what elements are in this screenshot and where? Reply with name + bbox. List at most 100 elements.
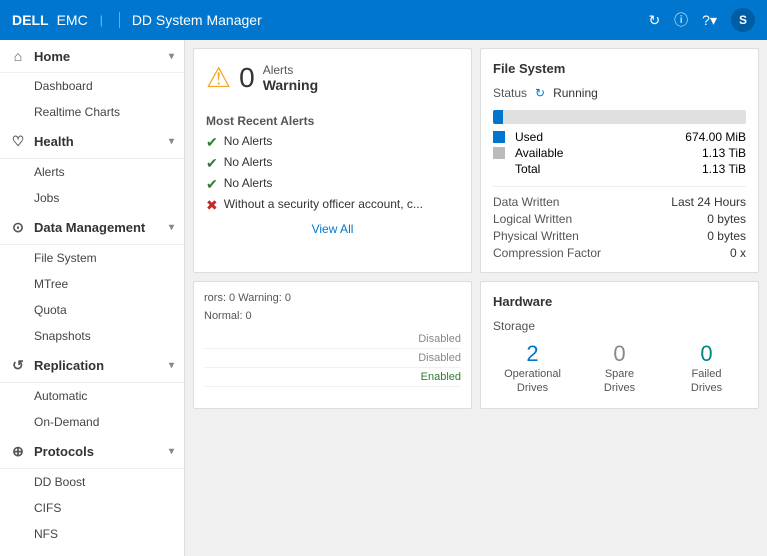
sidebar-item-health[interactable]: ♡ Health ▾ <box>0 125 184 159</box>
errors-label: rors: 0 Warning: 0 <box>204 292 461 304</box>
refresh-icon[interactable]: ↻ <box>648 12 660 29</box>
data-mgmt-icon: ⊙ <box>8 219 28 236</box>
header-icons: ↻ ⓘ ?▾ S <box>648 8 755 32</box>
status-value-1: Disabled <box>418 333 461 345</box>
alert-text-4: Without a security officer account, c... <box>224 197 423 211</box>
sidebar-item-automatic[interactable]: Automatic <box>0 383 184 409</box>
avail-swatch <box>493 147 505 159</box>
chevron-health: ▾ <box>169 136 174 147</box>
failed-label: FailedDrives <box>667 367 746 396</box>
logical-written-label: Logical Written <box>493 212 668 226</box>
fs-status-label: Status <box>493 86 527 100</box>
sidebar-item-dd-boost[interactable]: DD Boost <box>0 469 184 495</box>
avail-value: 1.13 TiB <box>702 146 746 160</box>
chevron-home: ▾ <box>169 51 174 62</box>
fs-bar-bg <box>493 110 746 124</box>
chevron-data-mgmt: ▾ <box>169 222 174 233</box>
sidebar-label-health: Health <box>34 134 74 149</box>
sidebar-item-jobs[interactable]: Jobs <box>0 185 184 211</box>
status-value-2: Disabled <box>418 352 461 364</box>
filesystem-card: File System Status ↻ Running Used 674.00… <box>480 48 759 273</box>
used-value: 674.00 MiB <box>685 130 746 144</box>
sidebar-item-alerts[interactable]: Alerts <box>0 159 184 185</box>
alert-item-3: ✔ No Alerts <box>206 176 459 193</box>
logical-written-value: 0 bytes <box>671 212 746 226</box>
sidebar-item-realtime-charts[interactable]: Realtime Charts <box>0 99 184 125</box>
sidebar-item-replication[interactable]: ↺ Replication ▾ <box>0 349 184 383</box>
used-label: Used <box>515 130 679 144</box>
spare-count: 0 <box>580 341 659 367</box>
sidebar-item-cifs[interactable]: CIFS <box>0 495 184 521</box>
total-label: Total <box>515 162 696 176</box>
filesystem-title: File System <box>493 61 746 76</box>
chevron-replication: ▾ <box>169 360 174 371</box>
fs-divider <box>493 186 746 187</box>
sidebar-label-data-management: Data Management <box>34 220 145 235</box>
total-value: 1.13 TiB <box>702 162 746 176</box>
status-row-2: Disabled <box>204 349 461 368</box>
alert-text-3: No Alerts <box>224 176 273 190</box>
sidebar-item-home[interactable]: ⌂ Home ▾ <box>0 40 184 73</box>
alert-text-1: No Alerts <box>224 134 273 148</box>
fs-legend-available: Available 1.13 TiB <box>493 146 746 160</box>
view-all-link[interactable]: View All <box>206 222 459 236</box>
data-written-period: Last 24 Hours <box>671 195 746 209</box>
app-header: DELL EMC | DD System Manager ↻ ⓘ ?▾ S <box>0 0 767 40</box>
operational-drives: 2 OperationalDrives <box>493 341 572 396</box>
alert-item-1: ✔ No Alerts <box>206 134 459 151</box>
status-value-3: Enabled <box>421 371 461 383</box>
sidebar-item-protocols[interactable]: ⊕ Protocols ▾ <box>0 435 184 469</box>
sidebar-label-protocols: Protocols <box>34 444 94 459</box>
alert-item-2: ✔ No Alerts <box>206 155 459 172</box>
used-swatch <box>493 131 505 143</box>
alerts-label: Alerts <box>263 63 318 77</box>
fs-bar-used <box>493 110 503 124</box>
sidebar-item-file-system[interactable]: File System <box>0 245 184 271</box>
hardware-card: Hardware Storage 2 OperationalDrives 0 S… <box>480 281 759 409</box>
home-icon: ⌂ <box>8 48 28 64</box>
chevron-protocols: ▾ <box>169 446 174 457</box>
fs-running-icon: ↻ <box>535 86 545 100</box>
check-icon-3: ✔ <box>206 176 218 193</box>
sidebar-label-replication: Replication <box>34 358 104 373</box>
sidebar-item-snapshots[interactable]: Snapshots <box>0 323 184 349</box>
help-icon[interactable]: ?▾ <box>702 12 717 29</box>
logo-separator: | <box>100 13 103 27</box>
user-avatar[interactable]: S <box>731 8 755 32</box>
logo-dell: DELL <box>12 12 49 28</box>
replication-icon: ↺ <box>8 357 28 374</box>
sidebar-item-hardware[interactable]: ▣ Hardware ▾ <box>0 547 184 556</box>
alert-warning-header: ⚠ 0 Alerts Warning <box>206 61 459 102</box>
bottom-left-card: rors: 0 Warning: 0 Normal: 0 Disabled Di… <box>193 281 472 409</box>
check-icon-1: ✔ <box>206 134 218 151</box>
most-recent-title: Most Recent Alerts <box>206 114 459 128</box>
storage-label: Storage <box>493 319 746 333</box>
normal-label: Normal: 0 <box>204 310 461 322</box>
failed-count: 0 <box>667 341 746 367</box>
compression-label: Compression Factor <box>493 246 668 260</box>
sidebar-item-data-management[interactable]: ⊙ Data Management ▾ <box>0 211 184 245</box>
sidebar-item-on-demand[interactable]: On-Demand <box>0 409 184 435</box>
operational-label: OperationalDrives <box>493 367 572 396</box>
warning-label: Warning <box>263 77 318 93</box>
spare-label: SpareDrives <box>580 367 659 396</box>
compression-value: 0 x <box>671 246 746 260</box>
main-content: ⚠ 0 Alerts Warning Most Recent Alerts ✔ … <box>185 40 767 556</box>
sidebar-item-nfs[interactable]: NFS <box>0 521 184 547</box>
info-icon[interactable]: ⓘ <box>674 10 688 30</box>
status-row-3: Enabled <box>204 368 461 387</box>
sidebar: ⌂ Home ▾ Dashboard Realtime Charts ♡ Hea… <box>0 40 185 556</box>
protocols-icon: ⊕ <box>8 443 28 460</box>
failed-drives: 0 FailedDrives <box>667 341 746 396</box>
check-icon-2: ✔ <box>206 155 218 172</box>
physical-written-label: Physical Written <box>493 229 668 243</box>
sidebar-item-mtree[interactable]: MTree <box>0 271 184 297</box>
fs-bar-container: Used 674.00 MiB Available 1.13 TiB Total… <box>493 110 746 176</box>
spare-drives: 0 SpareDrives <box>580 341 659 396</box>
fs-legend-used: Used 674.00 MiB <box>493 130 746 144</box>
app-title: DD System Manager <box>132 12 649 28</box>
app-body: ⌂ Home ▾ Dashboard Realtime Charts ♡ Hea… <box>0 40 767 556</box>
logo-emc: EMC <box>57 12 88 28</box>
sidebar-item-quota[interactable]: Quota <box>0 297 184 323</box>
sidebar-item-dashboard[interactable]: Dashboard <box>0 73 184 99</box>
